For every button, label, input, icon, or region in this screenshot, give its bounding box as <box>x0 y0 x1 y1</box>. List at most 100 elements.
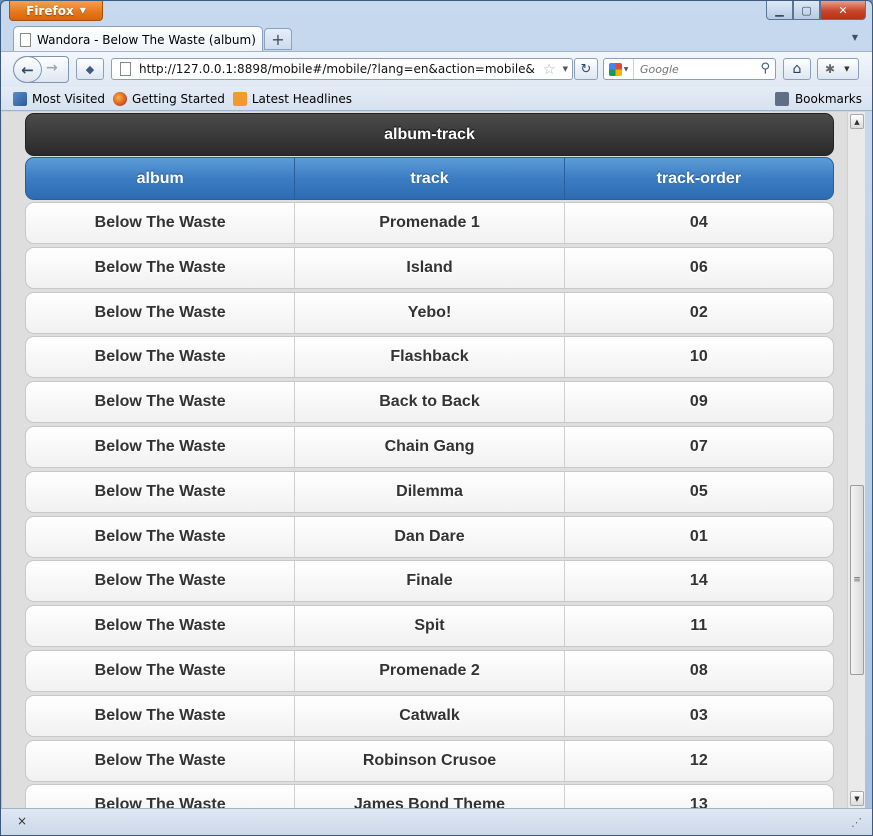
table-row[interactable]: Below The Waste Promenade 2 08 <box>25 649 834 692</box>
scroll-down-icon[interactable]: ▼ <box>850 791 864 806</box>
cell-track-order: 13 <box>689 796 708 808</box>
column-header-track[interactable]: track <box>295 158 565 199</box>
bookmarks-menu-button[interactable]: Bookmarks <box>774 92 862 106</box>
cell-track: Robinson Crusoe <box>295 740 565 781</box>
cell-album: Below The Waste <box>26 695 296 736</box>
cell-track: Promenade 2 <box>295 650 565 691</box>
scroll-up-icon[interactable]: ▲ <box>850 114 864 129</box>
page-icon <box>20 32 31 47</box>
table-row[interactable]: Below The Waste Promenade 1 04 <box>25 202 834 244</box>
title-bar: Firefox ▼ ▁ ▢ ✕ <box>1 1 872 23</box>
cell-track-order: 02 <box>689 303 708 321</box>
minimize-button[interactable]: ▁ <box>766 1 793 20</box>
address-bar[interactable]: http://127.0.0.1:8898/mobile#/mobile/?la… <box>111 58 573 80</box>
cell-album: Below The Waste <box>26 785 296 808</box>
table-row[interactable]: Below The Waste Island 06 <box>25 246 834 289</box>
back-forward-group: ← → <box>13 56 69 83</box>
page-icon <box>120 62 131 76</box>
cell-album: Below The Waste <box>26 650 296 691</box>
forward-button[interactable]: → <box>46 60 58 76</box>
table-row[interactable]: Below The Waste Yebo! 02 <box>25 291 834 334</box>
cell-track-order: 07 <box>689 437 708 455</box>
bookmarks-toolbar: Most Visited Getting Started Latest Head… <box>1 87 872 111</box>
cell-track-order: 09 <box>689 393 708 411</box>
table-body: Below The Waste Promenade 1 04 Below The Wa… <box>25 202 834 808</box>
table-row[interactable]: Below The Waste Chain Gang 07 <box>25 425 834 468</box>
chevron-down-icon: ▼ <box>844 65 850 73</box>
tab-list-icon[interactable]: ▼ <box>852 33 858 42</box>
bookmark-latest-headlines[interactable]: Latest Headlines <box>232 91 352 106</box>
page-header: album-track <box>25 113 834 156</box>
browser-window: Firefox ▼ ▁ ▢ ✕ Wandora - Below The Wast… <box>0 0 873 836</box>
close-window-button[interactable]: ✕ <box>820 1 866 20</box>
identity-icon[interactable]: ◆ <box>76 58 104 80</box>
table-row[interactable]: Below The Waste Spit 11 <box>25 605 834 648</box>
cell-album: Below The Waste <box>26 516 296 557</box>
url-input[interactable]: http://127.0.0.1:8898/mobile#/mobile/?la… <box>139 62 535 76</box>
search-input[interactable] <box>640 62 750 76</box>
chevron-down-icon: ▼ <box>79 6 86 15</box>
bookmark-most-visited[interactable]: Most Visited <box>13 91 106 106</box>
tab-title: Wandora - Below The Waste (album) <box>37 32 256 47</box>
firefox-menu-label: Firefox <box>26 3 74 18</box>
cell-track: Spit <box>295 606 565 647</box>
chevron-down-icon[interactable]: ▼ <box>563 65 568 73</box>
back-button[interactable]: ← <box>13 56 42 83</box>
cell-track: James Bond Theme <box>295 785 565 808</box>
cell-album: Below The Waste <box>26 203 296 243</box>
reload-button[interactable]: ↻ <box>574 58 598 80</box>
cell-album: Below The Waste <box>26 382 296 423</box>
cell-track: Chain Gang <box>295 426 565 467</box>
cell-track: Island <box>295 247 565 288</box>
tab-active[interactable]: Wandora - Below The Waste (album) <box>13 26 263 52</box>
google-icon <box>608 62 622 76</box>
firefox-menu-button[interactable]: Firefox ▼ <box>9 1 103 21</box>
cell-track-order: 03 <box>689 706 708 724</box>
cell-album: Below The Waste <box>26 247 296 288</box>
table-row[interactable]: Below The Waste Robinson Crusoe 12 <box>25 739 834 782</box>
cell-track-order: 10 <box>689 348 708 366</box>
table-row[interactable]: Below The Waste Back to Back 09 <box>25 381 834 424</box>
cell-track: Catwalk <box>295 695 565 736</box>
cell-album: Below The Waste <box>26 606 296 647</box>
resize-grip-icon[interactable]: ⋰ <box>851 816 862 829</box>
cell-album: Below The Waste <box>26 426 296 467</box>
new-tab-button[interactable]: + <box>264 28 292 50</box>
table-row[interactable]: Below The Waste Dan Dare 01 <box>25 515 834 558</box>
cell-track-order: 04 <box>689 214 708 231</box>
cell-album: Below The Waste <box>26 292 296 333</box>
firefox-icon <box>113 91 128 106</box>
cell-track: Finale <box>295 561 565 602</box>
home-button[interactable]: ⌂ <box>783 58 811 80</box>
window-border <box>865 112 872 808</box>
column-header-album[interactable]: album <box>26 158 296 199</box>
table-row[interactable]: Below The Waste Flashback 10 <box>25 336 834 379</box>
vertical-scrollbar[interactable]: ▲ ≡ ▼ <box>847 112 865 808</box>
search-engine-selector[interactable]: ▼ <box>604 59 634 79</box>
table-row[interactable]: Below The Waste Finale 14 <box>25 560 834 603</box>
addon-button[interactable]: ✱ ▼ <box>817 58 859 80</box>
puzzle-icon: ✱ <box>825 62 836 76</box>
cell-track: Promenade 1 <box>295 203 565 243</box>
table-header: album track track-order <box>25 157 834 200</box>
table-row[interactable]: Below The Waste Catwalk 03 <box>25 694 834 737</box>
bookmark-getting-started[interactable]: Getting Started <box>113 91 225 106</box>
column-header-track-order[interactable]: track-order <box>565 158 833 199</box>
search-icon[interactable]: ⚲ <box>760 61 770 76</box>
table-row[interactable]: Below The Waste James Bond Theme 13 <box>25 784 834 808</box>
cell-track-order: 14 <box>689 572 708 590</box>
cell-track: Flashback <box>295 337 565 378</box>
tab-bar: Wandora - Below The Waste (album) + ▼ <box>1 23 872 52</box>
bookmarks-icon <box>774 92 789 106</box>
scrollbar-thumb[interactable]: ≡ <box>850 485 864 675</box>
page-title: album-track <box>384 125 475 143</box>
cell-album: Below The Waste <box>26 740 296 781</box>
close-icon[interactable]: × <box>17 814 27 828</box>
bookmark-label: Getting Started <box>132 91 225 106</box>
star-icon[interactable]: ☆ <box>543 60 556 78</box>
table-row[interactable]: Below The Waste Dilemma 05 <box>25 470 834 513</box>
bookmark-label: Most Visited <box>32 91 106 106</box>
most-visited-icon <box>13 91 27 106</box>
cell-album: Below The Waste <box>26 471 296 512</box>
maximize-button[interactable]: ▢ <box>793 1 820 20</box>
